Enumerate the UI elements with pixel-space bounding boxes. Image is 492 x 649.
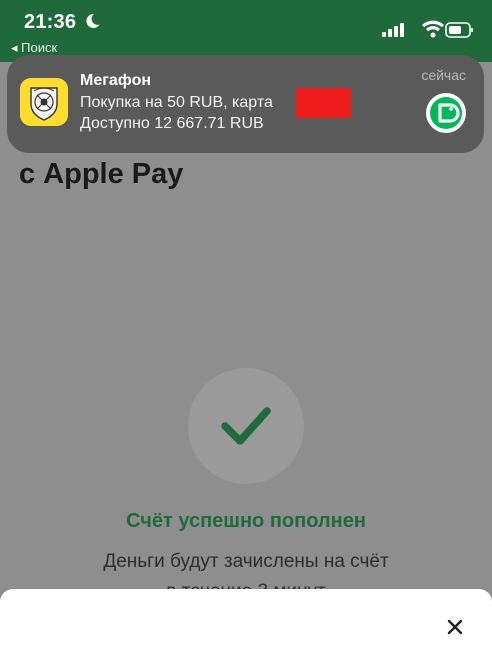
status-icons bbox=[382, 20, 474, 40]
notification-time: сейчас bbox=[421, 67, 466, 83]
success-check-circle bbox=[188, 368, 304, 484]
success-title: Счёт успешно пополнен bbox=[126, 510, 366, 532]
battery-icon bbox=[445, 22, 473, 38]
back-to-search-link[interactable]: ◂ Поиск bbox=[11, 40, 57, 56]
page-title-line2: с Apple Pay bbox=[19, 158, 184, 190]
notification-sender: Мегафон bbox=[80, 72, 152, 89]
wifi-icon bbox=[422, 20, 444, 38]
megafon-logo-fill bbox=[430, 97, 462, 129]
moon-icon bbox=[83, 12, 101, 30]
megafon-logo-icon bbox=[426, 93, 466, 133]
push-notification[interactable]: Мегафон сейчас Покупка на 50 RUB, карта … bbox=[7, 55, 484, 153]
status-bar: 21:36 ◂ Поиск bbox=[0, 0, 492, 62]
notification-line2: Доступно 12 667.71 RUB bbox=[80, 115, 264, 132]
close-icon bbox=[447, 619, 463, 635]
success-subtitle-line1: Деньги будут зачислены на счёт bbox=[103, 551, 389, 572]
bank-crest-icon bbox=[20, 78, 68, 126]
bottom-sheet bbox=[0, 589, 492, 649]
redaction-box bbox=[296, 88, 351, 118]
close-button[interactable] bbox=[441, 613, 469, 641]
status-time: 21:36 bbox=[24, 11, 77, 33]
notification-line1: Покупка на 50 RUB, карта bbox=[80, 94, 273, 111]
cellular-signal-icon bbox=[382, 23, 404, 37]
checkmark-icon bbox=[221, 407, 271, 445]
